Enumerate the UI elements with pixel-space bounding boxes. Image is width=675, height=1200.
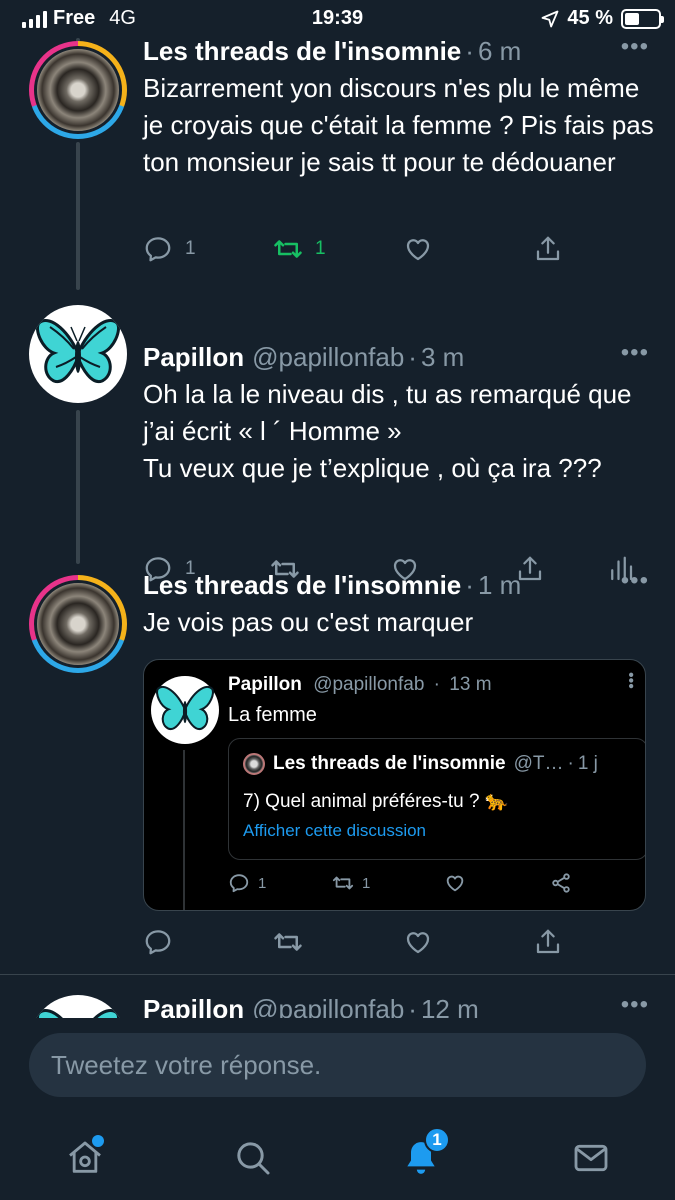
- reply-icon: [145, 930, 171, 955]
- tweet-time[interactable]: 12 m: [421, 992, 479, 1018]
- quoted-author-name: Papillon: [228, 674, 302, 695]
- more-options-icon[interactable]: •••: [621, 340, 649, 366]
- status-right: 45 %: [541, 7, 664, 30]
- share-network-icon: [552, 873, 570, 893]
- retweet-count: 1: [315, 238, 326, 259]
- tweet-text: Bizarrement yon discours n'es plu le mêm…: [143, 73, 654, 177]
- tab-messages[interactable]: [566, 1133, 616, 1183]
- quoted-author-handle: @papillonfab: [313, 674, 425, 695]
- share-button[interactable]: [533, 927, 563, 957]
- quoted-like: [444, 872, 466, 894]
- new-content-dot: [92, 1135, 104, 1147]
- share-icon: [536, 236, 560, 261]
- tab-search[interactable]: [228, 1133, 278, 1183]
- author-name[interactable]: Les threads de l'insomnie: [143, 38, 461, 68]
- heart-icon: [406, 239, 430, 261]
- tweet[interactable]: Les threads de l'insomnie · 1 m ••• Je v…: [0, 566, 675, 974]
- quoted-reply-count: 1: [258, 874, 267, 892]
- search-icon: [237, 1142, 270, 1175]
- reply-count: 1: [185, 238, 196, 259]
- butterfly-icon: [156, 685, 214, 731]
- reply-icon: [229, 874, 249, 893]
- quoted-header: Papillon @papillonfab · 13 m: [228, 674, 492, 695]
- reply-icon: [145, 237, 171, 262]
- quoted-retweet-count: 1: [362, 874, 371, 892]
- retweet-button[interactable]: [273, 927, 303, 957]
- quoted-share: [550, 872, 572, 894]
- tab-notifications[interactable]: 1: [396, 1127, 450, 1183]
- author-name[interactable]: Papillon: [143, 340, 244, 374]
- quoted-time: 13 m: [449, 674, 492, 695]
- butterfly-icon: [36, 319, 120, 384]
- quoted-tweet-image[interactable]: Papillon @papillonfab · 13 m ••• La femm…: [143, 659, 646, 911]
- avatar[interactable]: [29, 995, 127, 1018]
- like-button[interactable]: [403, 927, 433, 957]
- author-handle[interactable]: @papillonfab: [252, 992, 404, 1018]
- butterfly-icon: [36, 1009, 120, 1018]
- author-name[interactable]: Papillon: [143, 992, 244, 1018]
- tweet[interactable]: Les threads de l'insomnie · 6 m ••• Biza…: [0, 38, 675, 288]
- battery-percent: 45 %: [567, 7, 613, 29]
- location-icon: [542, 10, 559, 27]
- share-button[interactable]: [533, 234, 563, 264]
- tweet-time[interactable]: 1 m: [478, 568, 521, 602]
- inner-text: 7) Quel animal préféres-tu ? 🐆: [243, 791, 509, 812]
- mail-icon: [574, 1144, 608, 1172]
- avatar[interactable]: [29, 575, 127, 673]
- tweet-time[interactable]: 6 m: [478, 38, 521, 68]
- retweet-icon: [274, 240, 302, 258]
- more-options-icon: •••: [622, 672, 639, 689]
- retweet-icon: [332, 876, 354, 890]
- quoted-retweet: 1: [332, 872, 370, 894]
- like-button[interactable]: [403, 234, 433, 264]
- quoted-text: La femme: [228, 704, 317, 726]
- retweet-icon: [274, 933, 302, 951]
- tab-home[interactable]: [60, 1133, 110, 1183]
- status-bar: Free 4G 19:39 45 %: [0, 0, 675, 38]
- author-name[interactable]: Les threads de l'insomnie: [143, 568, 461, 602]
- quoted-avatar: [151, 676, 219, 744]
- more-options-icon[interactable]: •••: [621, 568, 649, 594]
- inner-author-name: Les threads de l'insomnie: [273, 753, 506, 774]
- reply-bar: [0, 1018, 675, 1113]
- battery-icon: [621, 8, 664, 29]
- avatar[interactable]: [29, 305, 127, 403]
- retweet-button[interactable]: 1: [273, 234, 326, 264]
- notification-badge: 1: [424, 1127, 450, 1153]
- share-icon: [536, 929, 560, 954]
- reply-input[interactable]: [29, 1033, 646, 1097]
- author-handle[interactable]: @papillonfab: [252, 340, 404, 374]
- heart-icon: [406, 932, 430, 954]
- more-options-icon[interactable]: •••: [621, 38, 649, 60]
- heart-icon: [446, 875, 464, 892]
- quoted-reply: 1: [228, 872, 266, 894]
- battery-fill: [625, 12, 640, 25]
- reply-button[interactable]: 1: [143, 234, 196, 264]
- tab-bar: 1: [0, 1113, 675, 1200]
- reply-button[interactable]: [143, 927, 173, 957]
- tweet-text: Je vois pas ou c'est marquer: [143, 607, 474, 637]
- tweet[interactable]: Papillon @papillonfab · 3 m ••• Oh la la…: [0, 298, 675, 582]
- more-options-icon[interactable]: •••: [621, 992, 649, 1018]
- tweet[interactable]: Papillon @papillonfab · 12 m •••: [0, 975, 675, 1018]
- inner-quoted-tweet: Les threads de l'insomnie @T… · 1 j 7) Q…: [228, 738, 645, 860]
- tweet-time[interactable]: 3 m: [421, 340, 464, 374]
- inner-time: 1 j: [577, 753, 598, 774]
- inner-avatar: [243, 753, 265, 775]
- timeline[interactable]: Les threads de l'insomnie · 6 m ••• Biza…: [0, 38, 675, 1018]
- tweet-text: Oh la la le niveau dis , tu as remarqué …: [143, 379, 632, 483]
- show-thread-link: Afficher cette discussion: [243, 821, 426, 840]
- inner-author-handle: @T…: [513, 753, 564, 774]
- avatar[interactable]: [29, 41, 127, 139]
